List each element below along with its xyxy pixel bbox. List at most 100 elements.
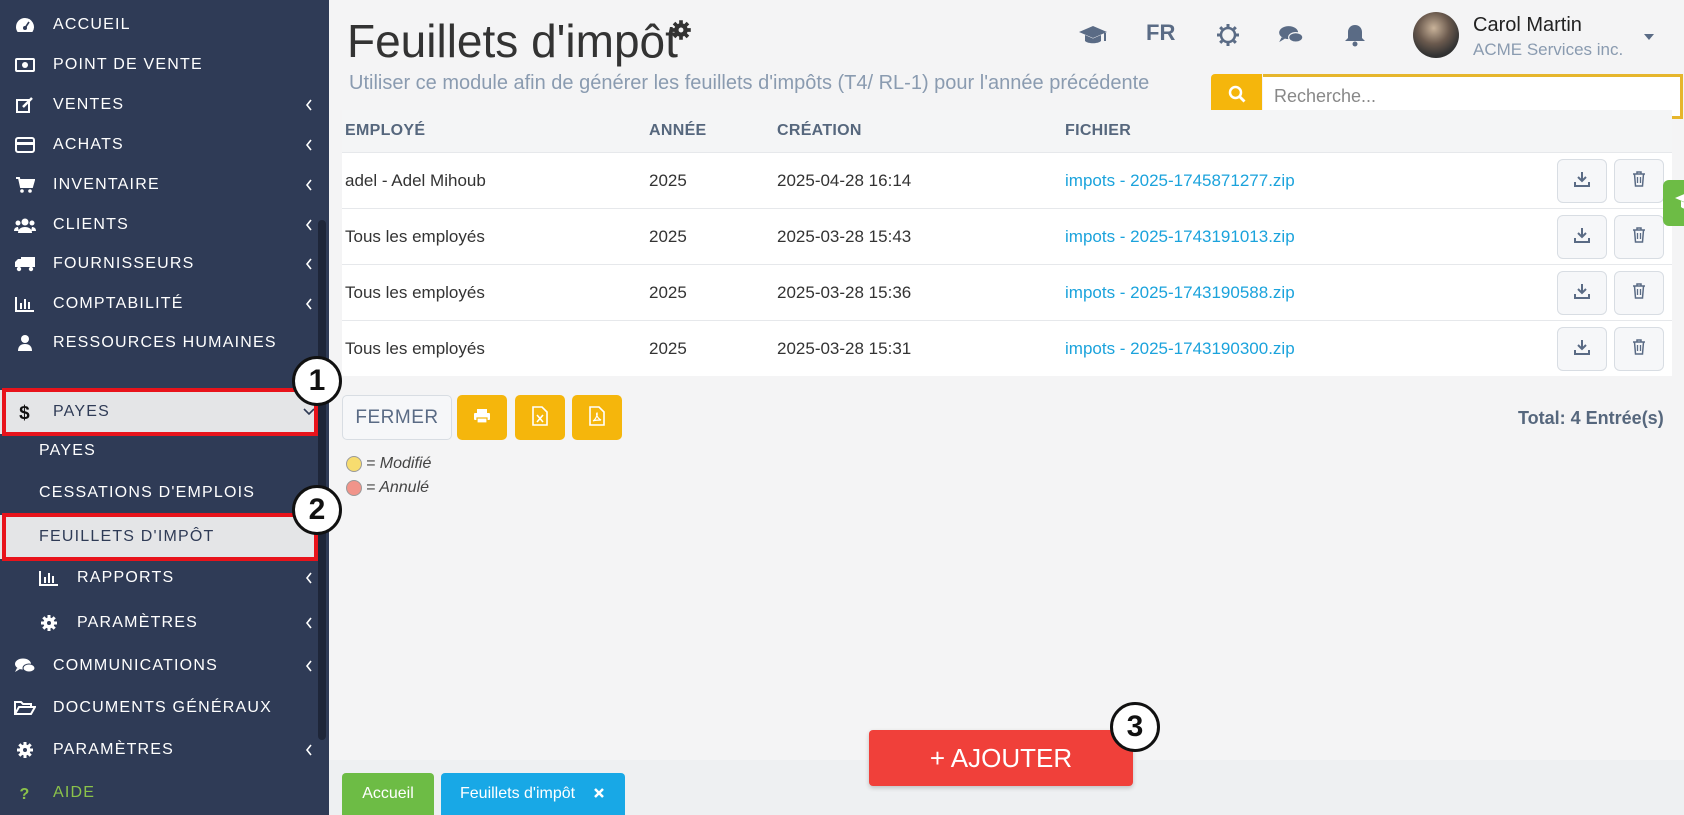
theme-toggle-icon[interactable] bbox=[1213, 20, 1243, 50]
download-button[interactable] bbox=[1557, 327, 1607, 371]
sidebar-item-label: POINT DE VENTE bbox=[53, 56, 203, 73]
bar-chart-icon bbox=[14, 293, 36, 315]
file-link[interactable]: impots - 2025-1743191013.zip bbox=[1065, 227, 1295, 247]
sidebar-item-clients[interactable]: CLIENTS bbox=[0, 204, 320, 246]
chevron-left-icon bbox=[302, 296, 316, 312]
download-icon bbox=[1574, 283, 1590, 304]
tab-feuillets-impot[interactable]: Feuillets d'impôt bbox=[441, 773, 625, 815]
highlight-box-feuillets bbox=[2, 513, 318, 561]
sidebar-item-label: FOURNISSEURS bbox=[53, 255, 195, 272]
total-entries: Total: 4 Entrée(s) bbox=[1518, 408, 1664, 428]
sidebar-item-comptabilite[interactable]: COMPTABILITÉ bbox=[0, 283, 320, 325]
file-link[interactable]: impots - 2025-1745871277.zip bbox=[1065, 171, 1295, 191]
file-link[interactable]: impots - 2025-1743190588.zip bbox=[1065, 283, 1295, 303]
sidebar-item-label: ACCUEIL bbox=[53, 16, 131, 33]
sidebar-item-inventaire[interactable]: INVENTAIRE bbox=[0, 164, 320, 206]
chevron-left-icon bbox=[302, 615, 316, 631]
step-marker-3: 3 bbox=[1110, 702, 1160, 752]
sidebar-item-label: RAPPORTS bbox=[77, 569, 175, 586]
help-tab[interactable] bbox=[1663, 180, 1684, 226]
trash-icon bbox=[1632, 226, 1646, 248]
add-button[interactable]: + AJOUTER bbox=[869, 730, 1133, 786]
cell-year: 2025 bbox=[649, 171, 687, 190]
caret-down-icon[interactable] bbox=[1643, 28, 1655, 46]
download-button[interactable] bbox=[1557, 159, 1607, 203]
delete-button[interactable] bbox=[1614, 327, 1664, 371]
sidebar-subitem-cessations[interactable]: CESSATIONS D'EMPLOIS bbox=[0, 472, 320, 514]
trash-icon bbox=[1632, 170, 1646, 192]
sidebar-item-label: PAYES bbox=[39, 442, 96, 459]
page-title: Feuillets d'impôt bbox=[347, 15, 678, 67]
bell-icon[interactable] bbox=[1340, 20, 1370, 50]
sidebar-item-aide[interactable]: ? AIDE bbox=[0, 772, 320, 814]
cell-created: 2025-03-28 15:36 bbox=[777, 283, 912, 302]
export-pdf-button[interactable] bbox=[572, 395, 622, 440]
language-selector[interactable]: FR bbox=[1146, 20, 1175, 46]
cell-employee: Tous les employés bbox=[345, 339, 485, 358]
sidebar-item-documents-generaux[interactable]: DOCUMENTS GÉNÉRAUX bbox=[0, 687, 320, 729]
close-icon[interactable] bbox=[593, 786, 609, 802]
sidebar-item-label: COMMUNICATIONS bbox=[53, 657, 218, 674]
sidebar-subitem-rapports[interactable]: RAPPORTS bbox=[0, 557, 320, 599]
sidebar-item-parametres[interactable]: PARAMÈTRES bbox=[0, 729, 320, 771]
credit-card-icon bbox=[14, 134, 36, 156]
sidebar-subitem-payes[interactable]: PAYES bbox=[0, 430, 320, 472]
gear-icon bbox=[14, 739, 36, 761]
cell-year: 2025 bbox=[649, 283, 687, 302]
delete-button[interactable] bbox=[1614, 271, 1664, 315]
legend-modified: = Modifié bbox=[346, 455, 431, 473]
cell-created: 2025-03-28 15:31 bbox=[777, 339, 912, 358]
sidebar-item-fournisseurs[interactable]: FOURNISSEURS bbox=[0, 243, 320, 285]
export-excel-button[interactable] bbox=[515, 395, 565, 440]
close-button[interactable]: FERMER bbox=[342, 395, 452, 440]
gear-icon bbox=[38, 612, 60, 634]
chat-icon[interactable] bbox=[1276, 20, 1306, 50]
column-header-year[interactable]: ANNÉE bbox=[649, 122, 707, 140]
sidebar-item-achats[interactable]: ACHATS bbox=[0, 124, 320, 166]
column-header-file[interactable]: FICHIER bbox=[1065, 122, 1131, 140]
sidebar-item-label: ACHATS bbox=[53, 136, 124, 153]
sidebar-item-ventes[interactable]: VENTES bbox=[0, 84, 320, 126]
chevron-left-icon bbox=[302, 97, 316, 113]
pdf-file-icon bbox=[589, 406, 605, 429]
excel-file-icon bbox=[532, 406, 548, 429]
highlight-box-payes bbox=[2, 388, 318, 436]
sidebar-item-label: AIDE bbox=[53, 784, 96, 801]
print-button[interactable] bbox=[457, 395, 507, 440]
user-name[interactable]: Carol Martin bbox=[1473, 14, 1582, 37]
trash-icon bbox=[1632, 338, 1646, 360]
settings-gear-icon[interactable] bbox=[670, 19, 692, 46]
delete-button[interactable] bbox=[1614, 159, 1664, 203]
sidebar-scrollbar[interactable] bbox=[318, 220, 326, 740]
sidebar-item-label: PARAMÈTRES bbox=[53, 741, 175, 758]
download-icon bbox=[1574, 227, 1590, 248]
sidebar-item-point-de-vente[interactable]: POINT DE VENTE bbox=[0, 44, 320, 86]
users-icon bbox=[14, 214, 36, 236]
tab-accueil[interactable]: Accueil bbox=[342, 773, 434, 815]
sidebar-subitem-parametres[interactable]: PARAMÈTRES bbox=[0, 602, 320, 644]
sidebar-item-label: DOCUMENTS GÉNÉRAUX bbox=[53, 699, 272, 716]
column-header-creation[interactable]: CRÉATION bbox=[777, 122, 862, 140]
delete-button[interactable] bbox=[1614, 215, 1664, 259]
cell-year: 2025 bbox=[649, 339, 687, 358]
file-link[interactable]: impots - 2025-1743190300.zip bbox=[1065, 339, 1295, 359]
dashboard-icon bbox=[14, 14, 36, 36]
avatar[interactable] bbox=[1413, 12, 1459, 58]
download-button[interactable] bbox=[1557, 215, 1607, 259]
column-header-employee[interactable]: EMPLOYÉ bbox=[345, 122, 425, 140]
download-button[interactable] bbox=[1557, 271, 1607, 315]
legend-label: = Modifié bbox=[366, 455, 432, 472]
sidebar-item-communications[interactable]: COMMUNICATIONS bbox=[0, 645, 320, 687]
sidebar-item-accueil[interactable]: ACCUEIL bbox=[0, 4, 320, 46]
graduation-cap-icon[interactable] bbox=[1078, 20, 1108, 50]
trash-icon bbox=[1632, 282, 1646, 304]
chevron-left-icon bbox=[302, 217, 316, 233]
cart-icon bbox=[14, 174, 36, 196]
sidebar-item-ressources-humaines[interactable]: RESSOURCES HUMAINES bbox=[0, 322, 320, 364]
edit-icon bbox=[14, 94, 36, 116]
legend-dot-red bbox=[346, 480, 362, 496]
sidebar-item-label: PARAMÈTRES bbox=[77, 614, 199, 631]
chevron-left-icon bbox=[302, 570, 316, 586]
sidebar-item-label: VENTES bbox=[53, 96, 125, 113]
cell-employee: Tous les employés bbox=[345, 227, 485, 246]
